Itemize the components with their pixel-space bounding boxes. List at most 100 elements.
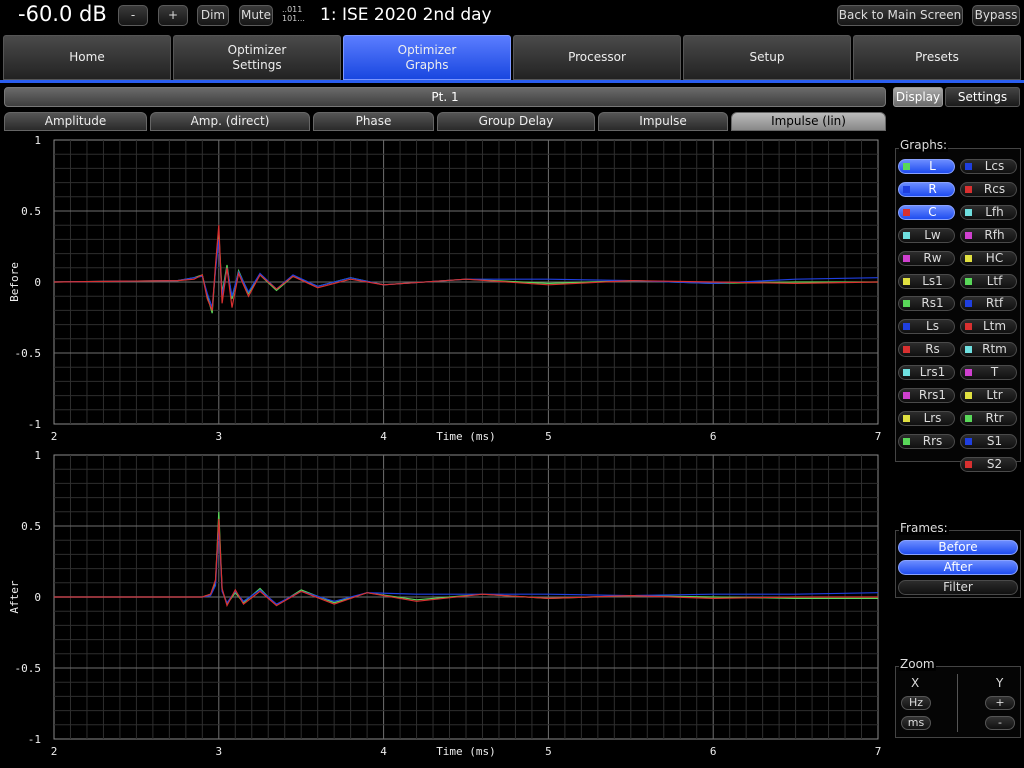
y-tick-label: -1	[28, 733, 41, 746]
x-axis-label: Time (ms)	[436, 745, 496, 758]
channel-c-toggle[interactable]: C	[898, 204, 955, 220]
channel-rs1-toggle[interactable]: Rs1	[898, 296, 955, 312]
zoom-y-minus-button[interactable]: -	[985, 716, 1015, 730]
channel-ls-toggle[interactable]: Ls	[898, 319, 955, 335]
x-tick-label: 7	[875, 430, 882, 443]
zoom-x-hz-button[interactable]: Hz	[901, 696, 931, 710]
after-plot: 1 0.5 0 -0.5 -1 2 3 4 5 6 7 Time (ms) After	[8, 449, 881, 758]
channel-lcs-label: Lcs	[984, 159, 1005, 173]
frame-filter-toggle[interactable]: Filter	[898, 580, 1018, 595]
channel-lfh-toggle[interactable]: Lfh	[960, 204, 1017, 220]
x-tick-label: 7	[875, 745, 882, 758]
volume-readout: -60.0 dB	[18, 2, 107, 26]
x-tick-label: 4	[380, 745, 387, 758]
channel-ltm-label: Ltm	[982, 319, 1007, 334]
channel-ls1-toggle[interactable]: Ls1	[898, 273, 955, 289]
tab-home[interactable]: Home	[3, 35, 171, 80]
volume-down-button[interactable]: -	[118, 5, 148, 26]
channel-ltr-label: Ltr	[986, 388, 1003, 402]
channel-rrs-toggle[interactable]: Rrs	[898, 433, 955, 449]
subtab-impulse[interactable]: Impulse	[598, 112, 728, 131]
channel-color-swatch	[965, 208, 972, 216]
channel-lrs1-label: Lrs1	[919, 365, 946, 380]
zoom-x-ms-button[interactable]: ms	[901, 716, 931, 730]
zoom-y-label: Y	[996, 676, 1004, 690]
back-to-main-screen-button[interactable]: Back to Main Screen	[837, 5, 963, 26]
subtab-phase[interactable]: Phase	[313, 112, 434, 131]
volume-up-button[interactable]: +	[158, 5, 188, 26]
channel-color-swatch	[903, 185, 910, 193]
tab-processor[interactable]: Processor	[513, 35, 681, 80]
channel-rw-toggle[interactable]: Rw	[898, 250, 955, 266]
channel-hc-toggle[interactable]: HC	[960, 250, 1017, 266]
tab-setup[interactable]: Setup	[683, 35, 851, 80]
x-axis-label: Time (ms)	[436, 430, 496, 443]
side-tab-display[interactable]: Display	[893, 87, 943, 107]
tab-optimizer-settings[interactable]: Optimizer Settings	[173, 35, 341, 80]
channel-color-swatch	[965, 392, 972, 399]
channel-color-swatch	[903, 323, 910, 331]
tab-presets[interactable]: Presets	[853, 35, 1021, 80]
frame-before-toggle[interactable]: Before	[898, 540, 1018, 555]
zoom-y-plus-button[interactable]: +	[985, 696, 1015, 710]
channel-lcs-toggle[interactable]: Lcs	[960, 159, 1017, 174]
y-axis-label: Before	[8, 262, 21, 302]
dim-button[interactable]: Dim	[197, 5, 229, 26]
x-tick-label: 5	[545, 745, 552, 758]
channel-l-toggle[interactable]: L	[898, 159, 955, 174]
y-tick-label: 1	[34, 134, 41, 147]
channel-rtf-label: Rtf	[985, 296, 1004, 311]
y-tick-label: 0	[34, 591, 41, 604]
subtab-amplitude[interactable]: Amplitude	[4, 112, 147, 131]
channel-lrs-toggle[interactable]: Lrs	[898, 410, 955, 426]
y-tick-label: 0.5	[21, 520, 41, 533]
channel-rtr-label: Rtr	[985, 410, 1004, 425]
channel-lfh-label: Lfh	[985, 204, 1004, 219]
side-tab-settings-label: Settings	[957, 90, 1008, 104]
channel-rcs-toggle[interactable]: Rcs	[960, 181, 1017, 197]
channel-t-toggle[interactable]: T	[960, 365, 1017, 381]
frames-title: Frames:	[899, 521, 949, 535]
channel-lw-toggle[interactable]: Lw	[898, 227, 955, 243]
tab-presets-label: Presets	[915, 50, 959, 64]
y-tick-label: 0	[34, 276, 41, 289]
channel-color-swatch	[965, 163, 972, 170]
channel-color-swatch	[965, 460, 972, 468]
channel-rfh-toggle[interactable]: Rfh	[960, 227, 1017, 243]
optimizer-graphs-screen: -60.0 dB - + Dim Mute ..011 101... 1: IS…	[0, 0, 1024, 768]
channel-rtr-toggle[interactable]: Rtr	[960, 410, 1017, 426]
channel-ls-label: Ls	[926, 319, 939, 334]
zoom-divider	[957, 674, 958, 732]
mute-button[interactable]: Mute	[239, 5, 273, 26]
channel-rrs-label: Rrs	[922, 433, 943, 448]
bypass-button[interactable]: Bypass	[972, 5, 1020, 26]
subtab-amp-direct[interactable]: Amp. (direct)	[150, 112, 310, 131]
channel-rrs1-toggle[interactable]: Rrs1	[898, 388, 955, 403]
y-tick-label: 0.5	[21, 205, 41, 218]
tab-home-label: Home	[69, 50, 105, 64]
channel-lrs1-toggle[interactable]: Lrs1	[898, 365, 955, 381]
channel-s2-toggle[interactable]: S2	[960, 456, 1017, 472]
side-tab-settings[interactable]: Settings	[945, 87, 1020, 107]
channel-rtf-toggle[interactable]: Rtf	[960, 296, 1017, 312]
subtab-impulse-lin[interactable]: Impulse (lin)	[731, 112, 886, 131]
channel-color-swatch	[965, 437, 972, 445]
channel-rs-toggle[interactable]: Rs	[898, 342, 955, 358]
point-bar[interactable]: Pt. 1	[4, 87, 886, 107]
channel-rtm-toggle[interactable]: Rtm	[960, 342, 1017, 358]
channel-s1-toggle[interactable]: S1	[960, 433, 1017, 449]
x-tick-label: 2	[51, 430, 58, 443]
channel-color-swatch	[903, 254, 910, 262]
subtab-group-delay[interactable]: Group Delay	[437, 112, 595, 131]
channel-color-swatch	[903, 392, 910, 399]
channel-ltf-toggle[interactable]: Ltf	[960, 273, 1017, 289]
tab-underline	[0, 80, 1024, 83]
tab-processor-label: Processor	[568, 50, 626, 64]
channel-l-label: L	[929, 159, 936, 173]
frame-after-toggle[interactable]: After	[898, 560, 1018, 575]
tab-optimizer-graphs[interactable]: Optimizer Graphs	[343, 35, 511, 80]
channel-ltm-toggle[interactable]: Ltm	[960, 319, 1017, 335]
y-axis-label: After	[8, 580, 21, 613]
channel-r-toggle[interactable]: R	[898, 181, 955, 197]
channel-ltr-toggle[interactable]: Ltr	[960, 388, 1017, 403]
